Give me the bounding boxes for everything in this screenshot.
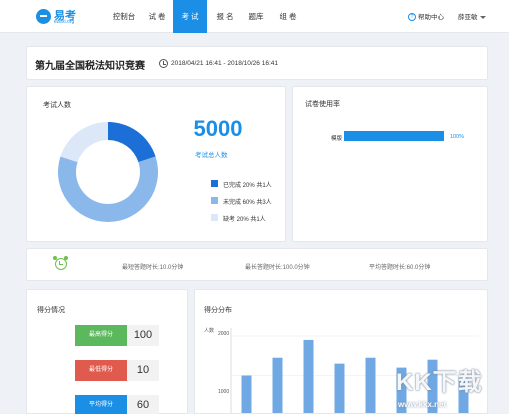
logo-subtext: ezexi.org [54, 19, 75, 25]
exam-period: 2018/04/21 16:41 - 2018/10/26 16:41 [171, 60, 278, 67]
total-examinees-label: 考试总人数 [195, 152, 228, 159]
longest-time-stat: 最长答题时长:100.0分钟 [245, 265, 310, 271]
exam-title-card: 第九届全国税法知识竞赛 2018/04/21 16:41 - 2018/10/2… [26, 46, 488, 80]
distribution-bar-2 [303, 339, 314, 413]
legend-swatch [211, 214, 218, 221]
help-icon: ? [408, 13, 416, 22]
nav-item-question-bank[interactable]: 题库 [242, 0, 270, 33]
average-score-row: 平均得分 60 [75, 395, 159, 414]
help-label: 帮助中心 [418, 14, 444, 21]
watermark-text: KK下载 [396, 369, 483, 396]
answer-time-card: 最短答题时长:10.0分钟 最长答题时长:100.0分钟 平均答题时长:60.0… [26, 248, 488, 281]
distribution-bar-3 [334, 363, 345, 413]
usage-bar-label: 模版 [331, 136, 343, 142]
highest-score-row: 最高得分 100 [75, 325, 159, 346]
legend-swatch [211, 180, 218, 187]
nav-item-compose[interactable]: 组 卷 [274, 0, 302, 33]
nav-item-registration[interactable]: 报 名 [211, 0, 239, 33]
paper-usage-card: 试卷使用率 模版 100% [292, 86, 488, 242]
donut-segment-2 [60, 122, 108, 163]
watermark: KK下载 www.kkx.net [390, 358, 504, 412]
highest-score-value: 100 [127, 325, 159, 346]
usage-bar-fill [344, 131, 444, 141]
distribution-bar-1 [272, 357, 283, 413]
nav-item-papers[interactable]: 试 卷 [143, 0, 171, 33]
user-menu[interactable]: 薛亚敏 [458, 11, 486, 21]
legend-label: 已完成 20% 共1人 [223, 183, 272, 189]
exam-count-card: 考试人数 已完成 20% 共1人 未完成 60% 共3人 缺考 20% 共1人 [26, 86, 286, 242]
help-center-link[interactable]: ? 帮助中心 [408, 11, 444, 22]
usage-bar-value: 100% [450, 134, 465, 140]
average-score-value: 60 [127, 395, 159, 414]
clock-icon [159, 59, 168, 68]
highest-score-label: 最高得分 [75, 325, 127, 346]
legend-label: 缺考 20% 共1人 [223, 217, 266, 223]
exam-count-heading: 考试人数 [43, 102, 71, 109]
distribution-bar-0 [241, 375, 252, 413]
exam-status-donut [58, 122, 158, 223]
chevron-down-icon [479, 15, 486, 19]
average-score-label: 平均得分 [75, 395, 127, 414]
app-window: 易考 ezexi.org 控制台 试 卷 考 试 报 名 题库 组 卷 ? 帮助中… [0, 0, 509, 414]
shortest-time-stat: 最短答题时长:10.0分钟 [122, 265, 184, 271]
legend-swatch [211, 197, 218, 204]
top-navbar: 易考 ezexi.org 控制台 试 卷 考 试 报 名 题库 组 卷 ? 帮助中… [0, 0, 509, 33]
alarm-clock-icon [53, 256, 67, 270]
donut-segment-1 [58, 156, 158, 223]
score-summary-card: 得分情况 最高得分 100 最低得分 10 平均得分 60 [26, 289, 188, 414]
watermark-url: www.kkx.net [398, 400, 447, 409]
lowest-score-value: 10 [127, 360, 159, 381]
donut-segment-0 [108, 122, 156, 163]
exam-title: 第九届全国税法知识竞赛 [35, 61, 145, 72]
legend-label: 未完成 60% 共3人 [223, 200, 272, 206]
total-examinees-number: 5000 [193, 116, 243, 141]
lowest-score-label: 最低得分 [75, 360, 127, 381]
lowest-score-row: 最低得分 10 [75, 360, 159, 381]
paper-usage-heading: 试卷使用率 [305, 101, 340, 108]
score-summary-heading: 得分情况 [37, 307, 65, 314]
logo-icon [36, 9, 51, 24]
user-name: 薛亚敏 [458, 14, 478, 21]
usage-bar-track [344, 131, 444, 141]
nav-item-console[interactable]: 控制台 [110, 0, 138, 33]
distribution-bar-4 [365, 357, 376, 413]
nav-item-exams[interactable]: 考 试 [173, 0, 207, 33]
average-time-stat: 平均答题时长:60.0分钟 [369, 265, 431, 271]
